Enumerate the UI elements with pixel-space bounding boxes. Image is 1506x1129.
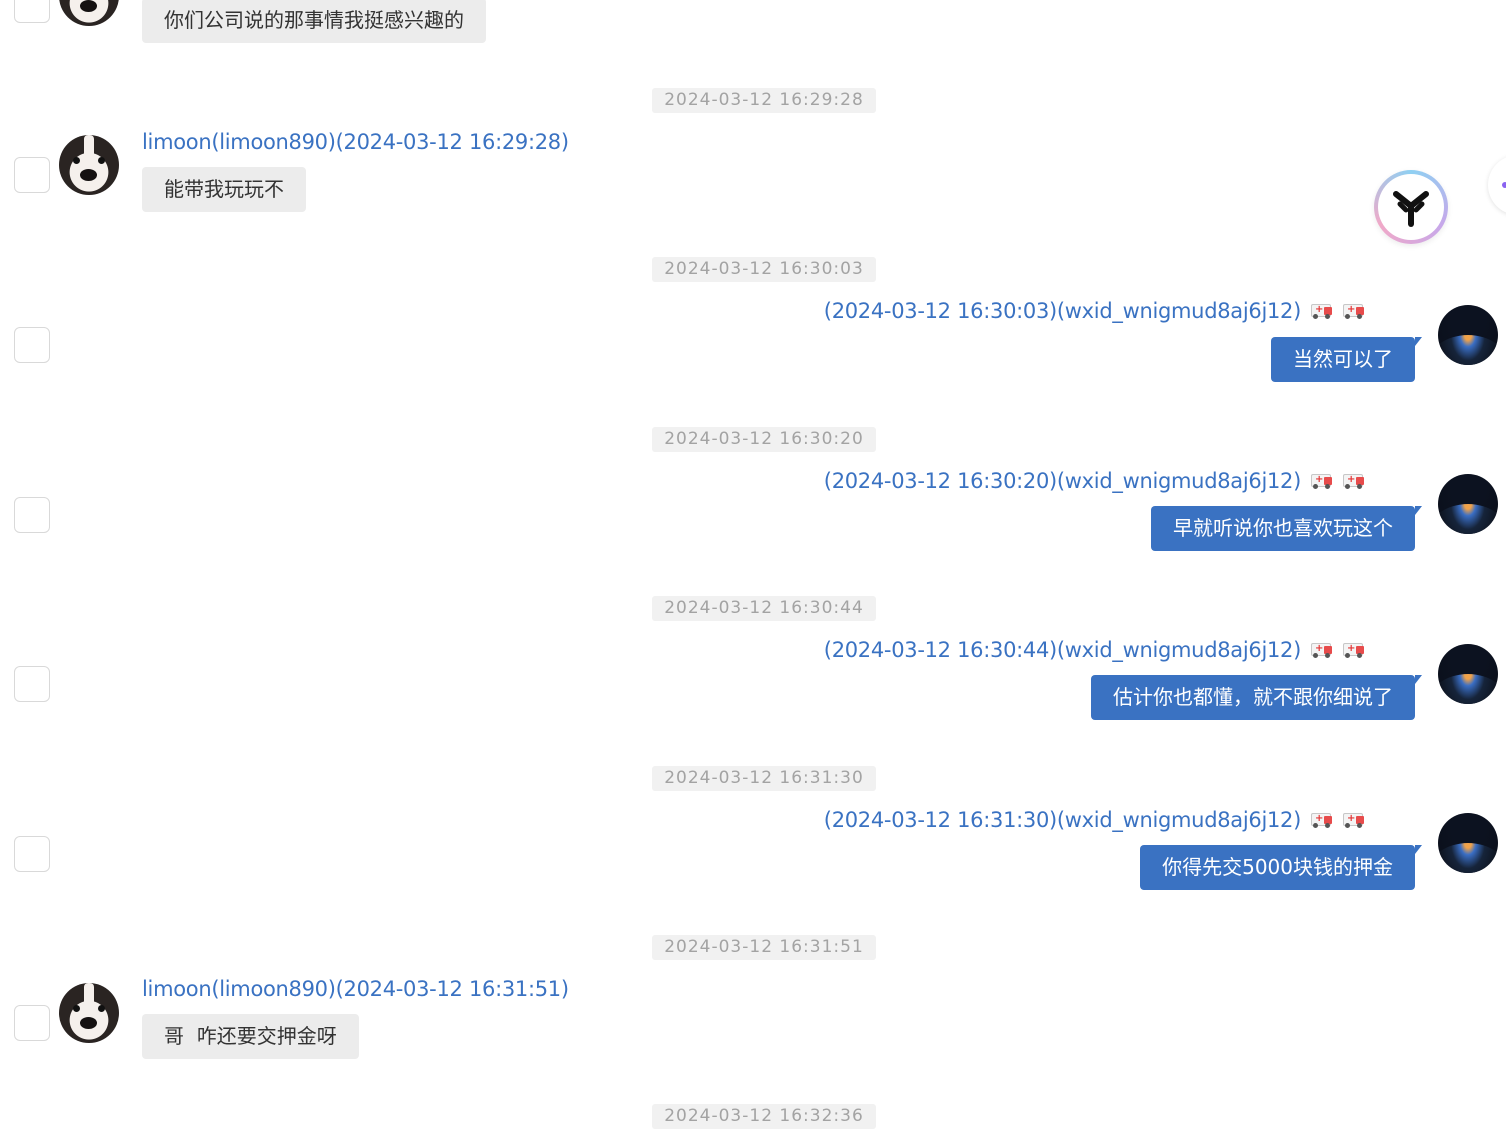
ambulance-icon: + (1311, 303, 1333, 319)
avatar-detail (1438, 843, 1498, 873)
time-badge: 2024-03-12 16:30:20 (652, 427, 876, 452)
select-checkbox[interactable] (14, 327, 50, 363)
avatar-detail (84, 983, 94, 1013)
time-badge: 2024-03-12 16:32:36 (652, 1104, 876, 1129)
ambulance-icon: + (1311, 642, 1333, 658)
select-checkbox[interactable] (14, 157, 50, 193)
self-avatar[interactable] (1438, 813, 1498, 873)
contact-avatar[interactable] (59, 135, 119, 195)
time-badge: 2024-03-12 16:29:28 (652, 88, 876, 113)
time-badge: 2024-03-12 16:31:51 (652, 935, 876, 960)
avatar-detail (73, 1005, 80, 1012)
sender-name[interactable]: limoon(limoon890)(2024-03-12 16:29:28) (142, 130, 569, 154)
side-panel-dot (1502, 182, 1506, 188)
avatar-detail (1438, 504, 1498, 534)
floating-assistant-inner (1378, 174, 1444, 240)
sender-label: (2024-03-12 16:30:20)(wxid_wnigmud8aj6j1… (823, 469, 1302, 493)
avatar-detail (73, 157, 80, 164)
self-avatar[interactable] (1438, 305, 1498, 365)
select-checkbox[interactable] (14, 0, 50, 23)
message-bubble-incoming[interactable]: 你们公司说的那事情我挺感兴趣的 (142, 0, 486, 43)
contact-avatar[interactable] (59, 983, 119, 1043)
sender-label: (2024-03-12 16:30:03)(wxid_wnigmud8aj6j1… (823, 299, 1302, 323)
ambulance-icon: + (1343, 812, 1365, 828)
sender-name[interactable]: (2024-03-12 16:30:03)(wxid_wnigmud8aj6j1… (824, 299, 1365, 323)
ambulance-icon: + (1343, 303, 1365, 319)
avatar-detail (1438, 674, 1498, 704)
message-bubble-outgoing[interactable]: 早就听说你也喜欢玩这个 (1151, 506, 1422, 551)
sender-name[interactable]: (2024-03-12 16:31:30)(wxid_wnigmud8aj6j1… (824, 808, 1365, 832)
time-badge: 2024-03-12 16:30:44 (652, 596, 876, 621)
side-panel-toggle[interactable] (1488, 155, 1506, 215)
tree-logo-icon (1393, 191, 1429, 227)
avatar-detail (80, 0, 97, 12)
ambulance-icon: + (1311, 473, 1333, 489)
avatar-detail (84, 135, 94, 165)
time-badge: 2024-03-12 16:30:03 (652, 257, 876, 282)
self-avatar[interactable] (1438, 644, 1498, 704)
select-checkbox[interactable] (14, 1005, 50, 1041)
avatar-detail (1438, 335, 1498, 365)
avatar-detail (80, 169, 97, 181)
floating-assistant-button[interactable] (1374, 170, 1448, 244)
message-bubble-outgoing[interactable]: 你得先交5000块钱的押金 (1140, 845, 1422, 890)
message-bubble-incoming[interactable]: 能带我玩玩不 (142, 167, 306, 212)
select-checkbox[interactable] (14, 836, 50, 872)
select-checkbox[interactable] (14, 497, 50, 533)
message-bubble-incoming[interactable]: 哥 咋还要交押金呀 (142, 1014, 359, 1059)
message-bubble-outgoing[interactable]: 估计你也都懂，就不跟你细说了 (1091, 675, 1422, 720)
chat-history: 你们公司说的那事情我挺感兴趣的 2024-03-12 16:29:28 limo… (0, 0, 1506, 1129)
sender-label: (2024-03-12 16:30:44)(wxid_wnigmud8aj6j1… (823, 638, 1302, 662)
self-avatar[interactable] (1438, 474, 1498, 534)
sender-name[interactable]: (2024-03-12 16:30:44)(wxid_wnigmud8aj6j1… (824, 638, 1365, 662)
avatar-detail (98, 1005, 105, 1012)
time-badge: 2024-03-12 16:31:30 (652, 766, 876, 791)
avatar-detail (98, 157, 105, 164)
avatar-detail (80, 1017, 97, 1029)
sender-name[interactable]: (2024-03-12 16:30:20)(wxid_wnigmud8aj6j1… (824, 469, 1365, 493)
select-checkbox[interactable] (14, 666, 50, 702)
ambulance-icon: + (1343, 473, 1365, 489)
ambulance-icon: + (1311, 812, 1333, 828)
contact-avatar[interactable] (59, 0, 119, 26)
sender-label: (2024-03-12 16:31:30)(wxid_wnigmud8aj6j1… (823, 808, 1302, 832)
message-bubble-outgoing[interactable]: 当然可以了 (1271, 337, 1422, 382)
sender-name[interactable]: limoon(limoon890)(2024-03-12 16:31:51) (142, 977, 569, 1001)
ambulance-icon: + (1343, 642, 1365, 658)
